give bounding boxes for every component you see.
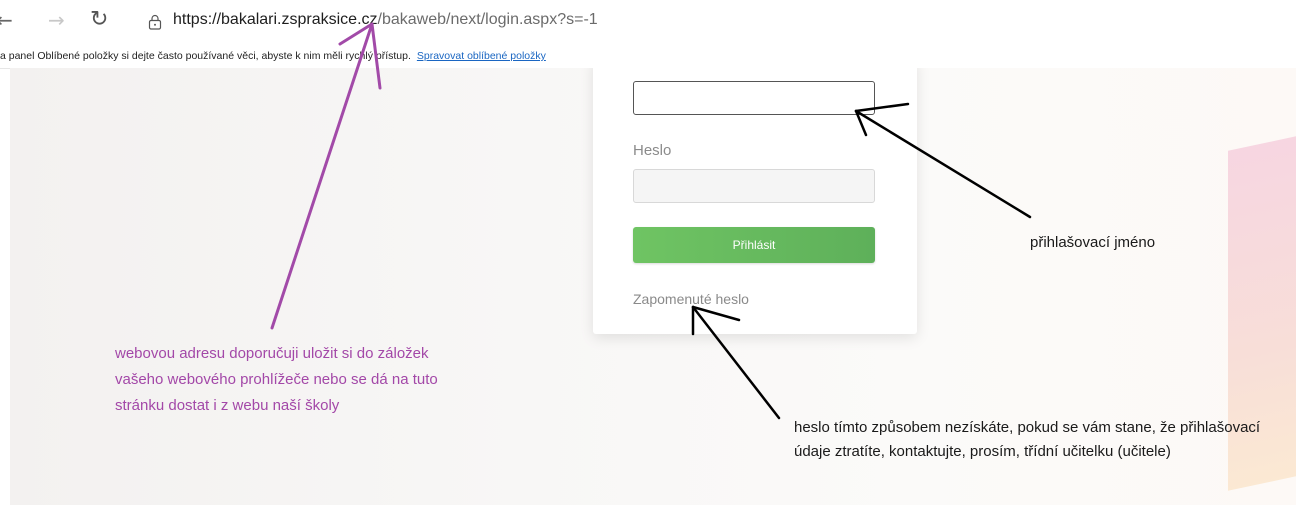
annotation-arrows [270, 22, 1032, 420]
purple-arrow [270, 22, 382, 330]
password-arrow [691, 305, 781, 420]
username-arrow [854, 102, 1032, 219]
